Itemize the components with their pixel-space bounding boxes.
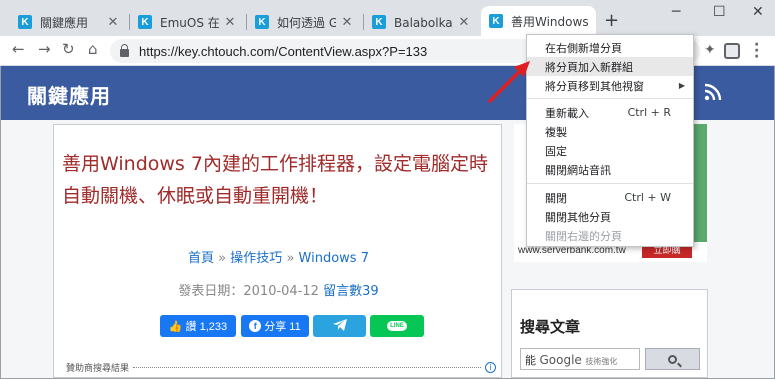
url-text: https://key.chtouch.com/ContentView.aspx… [139,43,428,59]
breadcrumb-separator: » [218,251,227,266]
menu-icon[interactable]: · · · [754,38,759,64]
close-tab-icon[interactable]: ✕ [457,15,471,30]
menu-new-tab-right[interactable]: 在右側新增分頁 [527,38,693,57]
back-icon[interactable]: ← [12,40,25,58]
menu-reload[interactable]: 重新載入 Ctrl + R [527,103,693,122]
tab-3[interactable]: K 如何透過 Google ✕ [247,8,362,36]
search-button[interactable] [645,348,700,370]
menu-duplicate[interactable]: 複製 [527,122,693,141]
tab-2[interactable]: K EmuOS 在瀏覽器 ✕ [130,8,245,36]
menu-move-to-window[interactable]: 將分頁移到其他視窗 ▶ [527,76,693,95]
minimize-icon[interactable]: ─ [672,4,680,20]
tab-title: 如何透過 Google [277,15,336,30]
favicon-k-icon: K [372,15,386,29]
rss-icon[interactable] [704,82,722,106]
site-title[interactable]: 關鍵應用 [27,80,111,109]
extensions-icon[interactable]: ✦ [704,42,716,58]
menu-mute-site[interactable]: 關閉網站音訊 [527,160,693,179]
menu-close-others[interactable]: 關閉其他分頁 [527,207,693,226]
tab-title: EmuOS 在瀏覽器 [160,15,219,30]
facebook-icon: f [249,320,262,332]
tab-title: 善用Windows [511,14,588,29]
breadcrumb-windows7[interactable]: Windows 7 [299,251,369,266]
close-tab-icon[interactable]: ✕ [223,15,237,30]
fb-share-button[interactable]: f 分享 11 [241,315,309,337]
ad-label-row: 贊助商搜尋結果 i [66,361,496,374]
publish-info: 發表日期：2010-04-12 留言數39 [54,280,503,299]
tab-1[interactable]: K 關鍵應用 ✕ [10,8,128,36]
breadcrumb-separator: » [286,251,295,266]
breadcrumb-tips[interactable]: 操作技巧 [230,251,282,266]
close-tab-icon[interactable]: ✕ [340,15,354,30]
menu-pin[interactable]: 固定 [527,141,693,160]
tab-4[interactable]: K Balabolka 文字 ✕ [364,8,479,36]
breadcrumb-home[interactable]: 首頁 [188,251,214,266]
lock-icon [120,44,129,57]
favicon-k-icon: K [138,15,152,29]
tab-strip: K 關鍵應用 ✕ K EmuOS 在瀏覽器 ✕ K 如何透過 Google ✕ … [0,0,775,36]
telegram-icon [332,318,347,334]
article-card: 善用Windows 7內建的工作排程器，設定電腦定時自動關機、休眠或自動重開機！… [53,124,502,378]
info-icon[interactable]: i [485,362,496,373]
article-title: 善用Windows 7內建的工作排程器，設定電腦定時自動關機、休眠或自動重開機！ [62,153,488,207]
line-icon: LINE [387,321,407,331]
google-logo: Google [539,353,582,367]
tab-context-menu: 在右側新增分頁 將分頁加入新群組 將分頁移到其他視窗 ▶ 重新載入 Ctrl +… [526,34,694,247]
tab-5-active[interactable]: K 善用Windows [481,6,596,36]
breadcrumb: 首頁 » 操作技巧 » Windows 7 [54,247,503,266]
submenu-arrow-icon: ▶ [678,81,685,90]
shortcut-text: Ctrl + W [624,191,671,204]
menu-add-to-group[interactable]: 將分頁加入新群組 [527,57,693,76]
favicon-k-icon: K [255,15,269,29]
telegram-share-button[interactable] [313,315,366,337]
tab-title: 關鍵應用 [40,15,89,30]
favicon-k-icon: K [18,15,32,29]
home-icon[interactable]: ⌂ [88,40,98,58]
new-tab-icon[interactable]: + [604,10,619,31]
search-widget: 搜尋文章 能 Google 技術強化 [511,289,708,378]
search-icon [668,354,677,364]
line-share-button[interactable]: LINE [370,315,424,337]
menu-close[interactable]: 關閉 Ctrl + W [527,188,693,207]
publish-date: 發表日期：2010-04-12 [178,284,319,299]
profile-icon[interactable] [724,43,740,59]
search-input[interactable]: 能 Google 技術強化 [520,348,640,370]
menu-close-right[interactable]: 關閉右邊的分頁 [527,226,693,245]
comments-link[interactable]: 留言數39 [323,284,379,299]
reload-icon[interactable]: ↻ [62,40,75,58]
close-window-icon[interactable]: ✕ [752,4,764,20]
favicon-k-icon: K [489,14,503,28]
thumbs-up-icon: 👍 [168,320,183,333]
fb-like-button[interactable]: 👍 讚 1,233 [160,315,236,337]
red-pointer-arrow [488,61,530,103]
shortcut-text: Ctrl + R [627,106,671,119]
tab-title: Balabolka 文字 [394,15,453,30]
close-tab-icon[interactable]: ✕ [106,15,120,30]
maximize-icon[interactable]: ☐ [713,4,726,20]
ad-label: 贊助商搜尋結果 [66,364,130,374]
forward-icon[interactable]: → [38,40,51,58]
search-title: 搜尋文章 [520,318,581,336]
